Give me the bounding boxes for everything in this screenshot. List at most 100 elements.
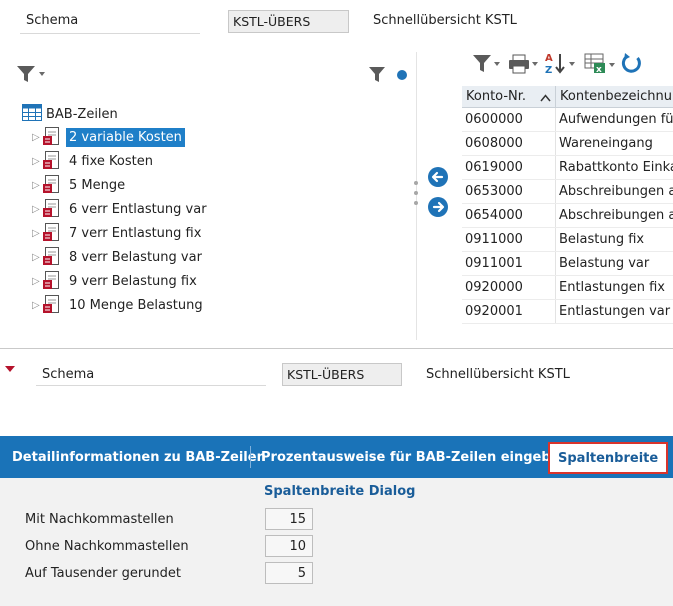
sort-az-icon[interactable]: A Z [544,51,578,81]
splitter-grip-dot [414,181,418,185]
schema-value-field[interactable]: KSTL-ÜBERS [228,10,349,33]
filter-icon[interactable] [368,66,386,88]
tree-item[interactable]: ▷ 6 verr Entlastung var [32,198,210,220]
table-row[interactable]: 0619000 Rabattkonto Einka [462,156,673,180]
cell-kontenbezeichnung: Abschreibungen au [559,208,673,223]
vertical-splitter[interactable] [416,52,417,340]
table-row[interactable]: 0654000 Abschreibungen au [462,204,673,228]
cell-konto-nr: 0654000 [462,204,556,227]
tree-item[interactable]: ▷ 2 variable Kosten [32,126,185,148]
table-row[interactable]: 0653000 Abschreibungen au [462,180,673,204]
arrow-right-icon [432,201,445,213]
table-row[interactable]: 0608000 Wareneingang [462,132,673,156]
tree-item[interactable]: ▷ 5 Menge [32,174,128,196]
dialog-title: Spaltenbreite Dialog [264,484,416,499]
expand-arrow-icon[interactable]: ▷ [32,156,42,167]
schema-label-underline [20,33,200,34]
cell-kontenbezeichnung: Abschreibungen au [559,184,673,199]
schema-label: Schema [26,13,79,28]
tree-root-label: BAB-Zeilen [46,107,118,122]
bab-line-document-icon [42,199,64,219]
collapse-marker-icon[interactable] [5,362,15,377]
expand-arrow-icon[interactable]: ▷ [32,276,42,287]
column-header-label: Konto-Nr. [466,89,527,104]
cell-kontenbezeichnung: Wareneingang [559,136,653,151]
cell-konto-nr: 0653000 [462,180,556,203]
tab-detailinformationen[interactable]: Detailinformationen zu BAB-Zeilen [12,436,266,478]
tree-item-label: 8 verr Belastung var [69,249,202,265]
expand-arrow-icon[interactable]: ▷ [32,132,42,143]
bab-line-document-icon [42,223,64,243]
expand-arrow-icon[interactable]: ▷ [32,204,42,215]
column-header-kontenbezeichnung[interactable]: Kontenbezeichnung [556,86,673,107]
expand-arrow-icon[interactable]: ▷ [32,228,42,239]
cell-kontenbezeichnung: Rabattkonto Einka [559,160,673,175]
cell-kontenbezeichnung: Entlastungen var [559,304,671,319]
cell-kontenbezeichnung: Belastung var [559,256,650,271]
splitter-grip-dot [414,191,418,195]
filter-dropdown-icon[interactable] [472,53,502,79]
horizontal-splitter[interactable] [0,348,673,349]
tree-item-label: 9 verr Belastung fix [69,273,197,289]
table-row[interactable]: 0920000 Entlastungen fix [462,276,673,300]
schema-description: Schnellübersicht KSTL [373,13,517,28]
print-icon[interactable] [508,53,540,79]
table-row[interactable]: 0911000 Belastung fix [462,228,673,252]
bab-line-document-icon [42,151,64,171]
field-label-ohne-nachkommastellen: Ohne Nachkommastellen [25,539,189,554]
expand-arrow-icon[interactable]: ▷ [32,252,42,263]
tree-root[interactable]: BAB-Zeilen [22,104,118,125]
input-ohne-nachkommastellen[interactable]: 10 [265,535,313,557]
expand-arrow-icon[interactable]: ▷ [32,300,42,311]
table-row[interactable]: 0600000 Aufwendungen für [462,108,673,132]
expand-arrow-icon[interactable]: ▷ [32,180,42,191]
bab-line-document-icon [42,295,64,315]
tab-prozentausweise[interactable]: Prozentausweise für BAB-Zeilen eingeben [261,436,569,478]
tab-bar: Detailinformationen zu BAB-Zeilen Prozen… [0,436,673,478]
svg-text:Z: Z [545,65,552,76]
cell-kontenbezeichnung: Belastung fix [559,232,645,247]
bab-line-document-icon [42,127,64,147]
status-dot-icon [397,69,407,84]
cell-konto-nr: 0920000 [462,276,556,299]
tree-item-label: 4 fixe Kosten [69,153,153,169]
svg-text:x: x [596,65,602,75]
cell-konto-nr: 0920001 [462,300,556,323]
filter-dropdown-icon[interactable] [16,64,48,88]
cell-konto-nr: 0608000 [462,132,556,155]
field-label-auf-tausender-gerundet: Auf Tausender gerundet [25,566,181,581]
table-row[interactable]: 0911001 Belastung var [462,252,673,276]
cell-konto-nr: 0911000 [462,228,556,251]
table-row[interactable]: 0920001 Entlastungen var [462,300,673,324]
cell-konto-nr: 0600000 [462,108,556,131]
bab-line-document-icon [42,247,64,267]
table-icon [22,104,42,125]
detail-schema-label: Schema [42,367,95,382]
export-excel-icon[interactable]: x [584,52,618,80]
tree-item[interactable]: ▷ 10 Menge Belastung [32,294,206,316]
splitter-grip-dot [414,201,418,205]
tree-item[interactable]: ▷ 8 verr Belastung var [32,246,205,268]
input-mit-nachkommastellen[interactable]: 15 [265,508,313,530]
tree-item-label: 5 Menge [69,177,126,193]
detail-schema-value-field[interactable]: KSTL-ÜBERS [282,363,402,386]
column-header-konto-nr[interactable]: Konto-Nr. [462,86,556,107]
tree-item-label: 6 verr Entlastung var [69,201,207,217]
tree-item[interactable]: ▷ 4 fixe Kosten [32,150,156,172]
arrow-right-button[interactable] [428,197,448,217]
sort-ascending-icon[interactable] [540,91,551,106]
arrow-left-button[interactable] [428,167,448,187]
account-grid: Konto-Nr. Kontenbezeichnung 0600000Aufwe… [462,86,673,324]
tab-spaltenbreite[interactable]: Spaltenbreite [548,442,669,474]
detail-schema-underline [36,385,266,386]
tab-separator [250,446,251,468]
bab-line-document-icon [42,271,64,291]
refresh-icon[interactable] [621,52,643,78]
cell-konto-nr: 0619000 [462,156,556,179]
tree-item[interactable]: ▷ 7 verr Entlastung fix [32,222,204,244]
arrow-left-icon [431,171,444,183]
tree-item[interactable]: ▷ 9 verr Belastung fix [32,270,200,292]
input-auf-tausender-gerundet[interactable]: 5 [265,562,313,584]
bab-line-document-icon [42,175,64,195]
tree-item-label: 10 Menge Belastung [69,297,203,313]
